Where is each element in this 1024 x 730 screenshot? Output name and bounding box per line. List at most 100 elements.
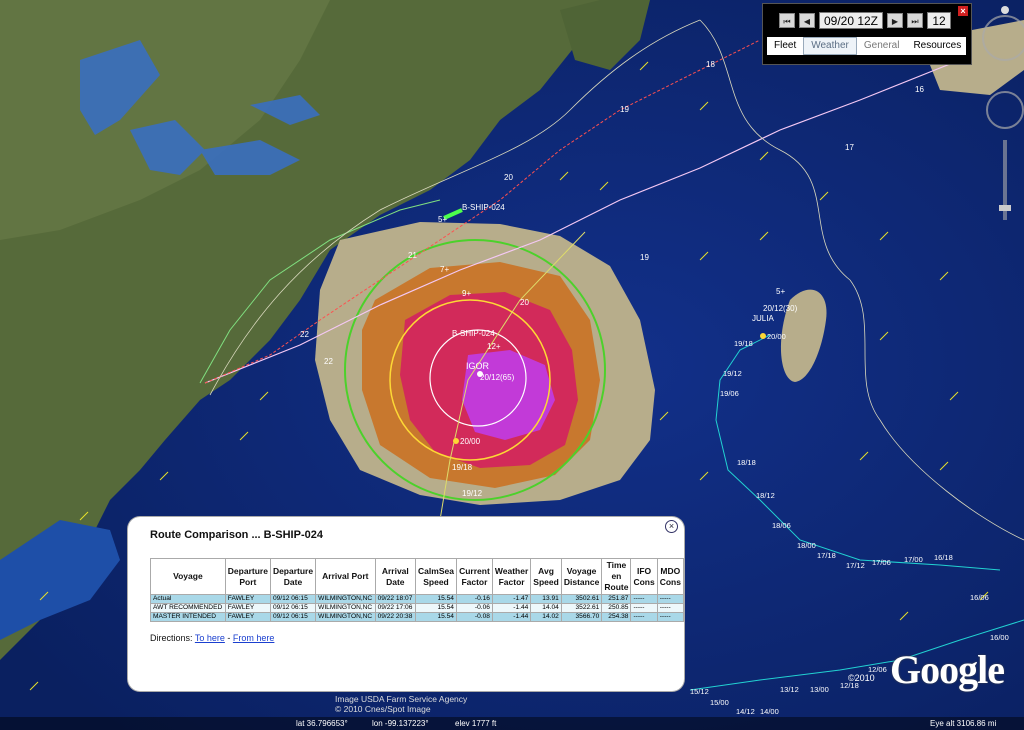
col-ifo-cons: IFO Cons [630,558,658,595]
google-copyright: ©2010 [848,673,875,683]
cell-current-factor: -0.16 [455,594,493,604]
tab-general[interactable]: General [857,38,907,54]
latitude-readout: lat 36.796653° [296,719,348,728]
cell-departure-date: 09/12 06:15 [269,603,317,613]
wind-radius-12: 12+ [487,342,501,351]
julia-time-19: 13/12 [780,685,799,694]
wind-radius-5: 5+ [438,215,447,224]
wind-radius-9: 9+ [462,289,471,298]
cell-weather-factor: -1.44 [491,612,532,622]
julia-time-14: 16/00 [990,633,1009,642]
tab-fleet[interactable]: Fleet [767,38,803,54]
status-bar: lat 36.796653° lon -99.137223° elev 1777… [0,717,1024,730]
julia-time-7: 18/00 [797,541,816,550]
route-comparison-popup: × Route Comparison ... B-SHIP-024 Voyage… [128,517,685,691]
cell-current-factor: -0.06 [455,603,493,613]
cell-departure-port: FAWLEY [224,612,271,622]
col-weather-factor: Weather Factor [491,558,532,595]
cell-weather-factor: -1.47 [491,594,532,604]
cell-ifo-cons: ----- [630,603,658,613]
julia-time-6: 18/06 [772,521,791,530]
imagery-attribution: Image USDA Farm Service Agency © 2010 Cn… [335,694,467,714]
cell-current-factor: -0.08 [455,612,493,622]
storm-igor-label: IGOR [466,361,490,371]
col-voyage: Voyage [150,558,226,595]
wind-radius-julia: 5+ [776,287,785,296]
storm-igor-time: 20/12(65) [480,373,515,382]
prev-frame-button[interactable]: ◀ [799,13,815,28]
cell-arrival-date: 09/22 17:06 [374,603,417,613]
cell-avg-speed: 13.91 [530,594,562,604]
cell-time-en-route: 250.85 [601,603,632,613]
cell-departure-date: 09/12 06:15 [269,612,317,622]
col-voyage-distance: Voyage Distance [560,558,603,595]
directions-separator: - [224,633,233,643]
storm-julia-time: 20/12(30) [763,304,798,313]
julia-time-16: 15/00 [710,698,729,707]
route-mark-16: 16 [915,85,924,94]
julia-time-20: 13/00 [810,685,829,694]
julia-time-9: 17/12 [846,561,865,570]
cell-calmsea-speed: 15.54 [415,603,457,613]
table-row: AWT RECOMMENDED FAWLEY 09/12 06:15 WILMI… [150,603,685,613]
google-logo: Google [890,647,1005,692]
cell-time-en-route: 251.87 [601,594,632,604]
julia-time-0: 20/00 [767,332,786,341]
julia-time-10: 17/06 [872,558,891,567]
cell-avg-speed: 14.02 [530,612,562,622]
step-hours-field[interactable]: 12 [927,12,951,29]
col-arrival-date: Arrival Date [374,558,417,595]
panel-tabs: Fleet Weather General Resources [767,37,966,55]
elevation-readout: elev 1777 ft [455,719,497,728]
julia-time-18: 14/00 [760,707,779,716]
eye-altitude-readout: Eye alt 3106.86 mi [930,719,997,728]
zoom-handle[interactable] [999,205,1011,211]
cell-departure-port: FAWLEY [224,603,271,613]
julia-time-5: 18/12 [756,491,775,500]
cell-voyage: AWT RECOMMENDED [150,603,226,613]
cell-departure-date: 09/12 06:15 [269,594,317,604]
julia-time-13: 16/06 [970,593,989,602]
cell-departure-port: FAWLEY [224,594,271,604]
col-mdo-cons: MDO Cons [656,558,685,595]
from-here-link[interactable]: From here [233,633,275,643]
route-mark-17: 17 [845,143,854,152]
col-time-en-route: Time en Route [601,558,632,595]
tab-resources[interactable]: Resources [906,38,968,54]
cell-voyage-distance: 3566.70 [560,612,603,622]
julia-time-4: 18/18 [737,458,756,467]
cell-arrival-port: WILMINGTON,NC [315,603,376,613]
time-control-panel: ⏮ ◀ 09/20 12Z ▶ ⏭ 12 × Fleet Weather Gen… [762,3,972,65]
date-time-display[interactable]: 09/20 12Z [819,12,883,29]
next-frame-button[interactable]: ▶ [887,13,903,28]
attribution-line-1: Image USDA Farm Service Agency [335,694,468,704]
cell-arrival-port: WILMINGTON,NC [315,612,376,622]
julia-time-1: 19/18 [734,339,753,348]
to-here-link[interactable]: To here [195,633,225,643]
cell-arrival-date: 09/22 20:38 [374,612,417,622]
route-mark-22: 22 [300,330,309,339]
table-header-row: Voyage Departure Port Departure Date Arr… [150,558,685,595]
julia-time-17: 14/12 [736,707,755,716]
table-row: Actual FAWLEY 09/12 06:15 WILMINGTON,NC … [150,594,685,604]
cell-time-en-route: 254.38 [601,612,632,622]
cell-calmsea-speed: 15.54 [415,594,457,604]
route-mark-19: 19 [620,105,629,114]
col-departure-port: Departure Port [224,558,271,595]
directions-links: Directions: To here - From here [150,633,274,643]
north-indicator-icon[interactable] [1001,6,1009,14]
igor-track-time-2: 19/12 [462,489,483,498]
route-mark-21: 21 [408,251,417,260]
cell-voyage: Actual [150,594,226,604]
wind-radius-7: 7+ [440,265,449,274]
tab-weather[interactable]: Weather [803,37,857,55]
last-frame-button[interactable]: ⏭ [907,13,923,28]
cell-ifo-cons: ----- [630,594,658,604]
close-icon[interactable]: × [958,6,968,16]
col-current-factor: Current Factor [455,558,493,595]
first-frame-button[interactable]: ⏮ [779,13,795,28]
igor-track-time-0: 20/00 [460,437,481,446]
cell-avg-speed: 14.04 [530,603,562,613]
close-popup-icon[interactable]: × [665,520,678,533]
julia-time-2: 19/12 [723,369,742,378]
